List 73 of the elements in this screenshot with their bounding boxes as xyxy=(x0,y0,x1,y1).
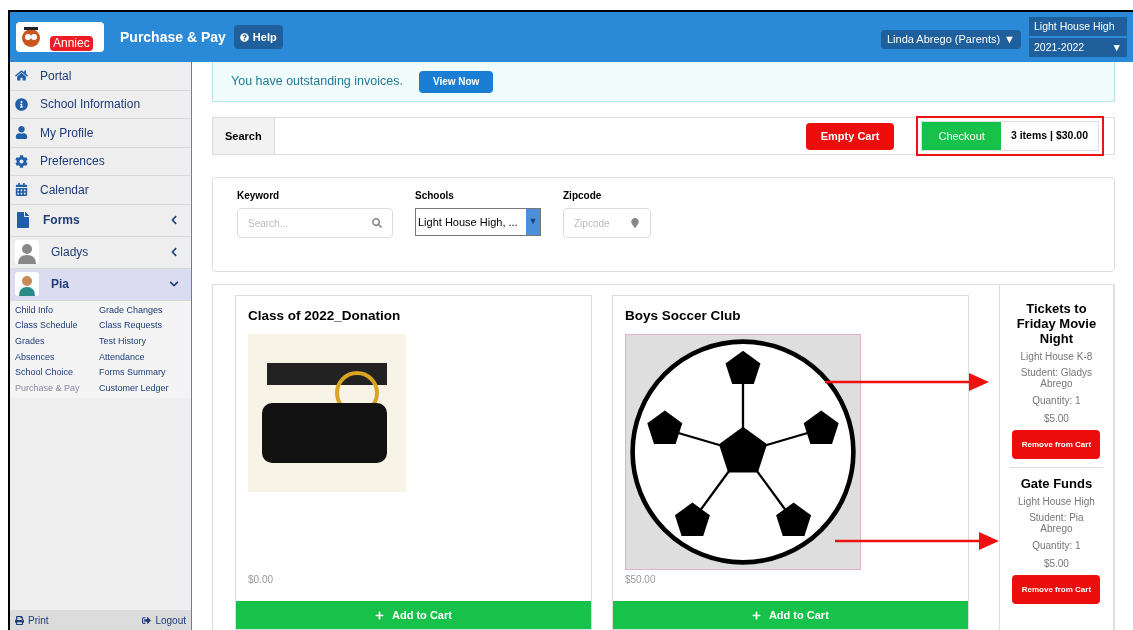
user-icon xyxy=(15,126,28,140)
print-icon xyxy=(15,615,24,625)
avatar-icon xyxy=(15,272,39,296)
product-title: Boys Soccer Club xyxy=(623,307,742,325)
student-link[interactable]: Absences xyxy=(15,349,99,365)
checkout-group[interactable]: Checkout 3 items | $30.00 xyxy=(921,121,1099,151)
sidebar-item[interactable]: Preferences xyxy=(10,147,191,176)
year-select[interactable]: 2021-2022 ▼ xyxy=(1029,38,1127,57)
document-icon xyxy=(15,212,31,228)
search-tab[interactable]: Search xyxy=(213,118,275,154)
calendar-icon xyxy=(15,183,28,197)
view-now-button[interactable]: View Now xyxy=(418,70,494,93)
student-menu-item[interactable]: Gladys xyxy=(10,236,191,269)
location-pin-icon xyxy=(630,218,640,228)
help-button[interactable]: Help xyxy=(233,25,283,49)
help-icon xyxy=(239,32,249,42)
sidebar-item[interactable]: Portal xyxy=(10,62,191,91)
banner-text: You have outstanding invoices. xyxy=(231,73,403,91)
product-title: Class of 2022_Donation xyxy=(247,307,402,325)
student-link[interactable]: Forms Summary xyxy=(99,365,186,380)
student-link[interactable]: Child Info xyxy=(15,302,99,318)
user-badge: Anniec xyxy=(50,36,93,51)
chevron-down-icon[interactable] xyxy=(169,279,179,289)
owl-logo-icon xyxy=(20,26,42,48)
info-icon xyxy=(15,97,28,111)
logout-icon xyxy=(142,615,152,625)
student-link[interactable]: Grade Changes xyxy=(99,302,186,318)
logout-link[interactable]: Logout xyxy=(142,612,186,628)
dropdown-icon: ▼ xyxy=(526,209,540,235)
cart-item-price: $5.00 xyxy=(1043,412,1069,426)
sidebar-item[interactable]: Calendar xyxy=(10,176,191,205)
filter-label: Zipcode xyxy=(563,189,603,203)
cart-item-quantity: Quantity: 1 xyxy=(1032,539,1081,553)
cart-summary: 3 items | $30.00 xyxy=(1009,128,1089,144)
school-label: Light House High xyxy=(1029,17,1127,36)
search-icon xyxy=(372,218,382,228)
sidebar-item[interactable]: School Information xyxy=(10,90,191,119)
plus-icon xyxy=(375,610,384,620)
cart-item-student: Student: Pia Abrego xyxy=(1028,512,1085,534)
cart-item-price: $5.00 xyxy=(1043,557,1069,571)
filter-label: Schools xyxy=(415,189,455,203)
print-link[interactable]: Print xyxy=(15,612,49,628)
gear-icon xyxy=(15,154,28,168)
product-price: $0.00 xyxy=(248,573,275,587)
cart-item-student: Student: Gladys Abrego xyxy=(1019,367,1093,389)
student-link[interactable]: Class Schedule xyxy=(15,318,99,333)
home-icon xyxy=(15,69,28,83)
chevron-left-icon[interactable] xyxy=(169,215,179,225)
chevron-left-icon[interactable] xyxy=(169,247,179,257)
cart-item-school: Light House K-8 xyxy=(1020,350,1093,364)
remove-from-cart-button[interactable]: Remove from Cart xyxy=(1012,430,1101,459)
student-link[interactable]: Test History xyxy=(99,333,186,349)
schools-select[interactable]: Light House High, ... ▼ xyxy=(415,208,541,236)
product-price: $50.00 xyxy=(624,573,657,587)
page-title: Purchase & Pay xyxy=(120,27,226,47)
cart-item-title: Tickets to Friday Movie Night xyxy=(1015,301,1098,346)
student-link[interactable]: Attendance xyxy=(99,349,186,365)
student-link[interactable]: Grades xyxy=(15,333,99,349)
filter-label: Keyword xyxy=(237,189,281,203)
student-link[interactable]: Customer Ledger xyxy=(99,381,186,396)
remove-from-cart-button[interactable]: Remove from Cart xyxy=(1012,575,1101,604)
cart-item-title: Gate Funds xyxy=(1020,476,1093,491)
plus-icon xyxy=(751,610,761,620)
avatar-silhouette-icon xyxy=(15,240,39,264)
user-menu[interactable]: Linda Abrego (Parents) ▼ xyxy=(880,29,1021,49)
empty-cart-button[interactable]: Empty Cart xyxy=(805,122,895,150)
sidebar-item[interactable]: Forms xyxy=(10,204,191,237)
student-link[interactable]: Class Requests xyxy=(99,318,186,333)
cart-item-school: Light House High xyxy=(1018,495,1095,509)
cart-item-quantity: Quantity: 1 xyxy=(1032,394,1081,408)
sidebar-item[interactable]: My Profile xyxy=(10,119,191,148)
student-menu-item[interactable]: Pia xyxy=(10,268,191,301)
student-link[interactable]: School Choice xyxy=(15,365,99,380)
